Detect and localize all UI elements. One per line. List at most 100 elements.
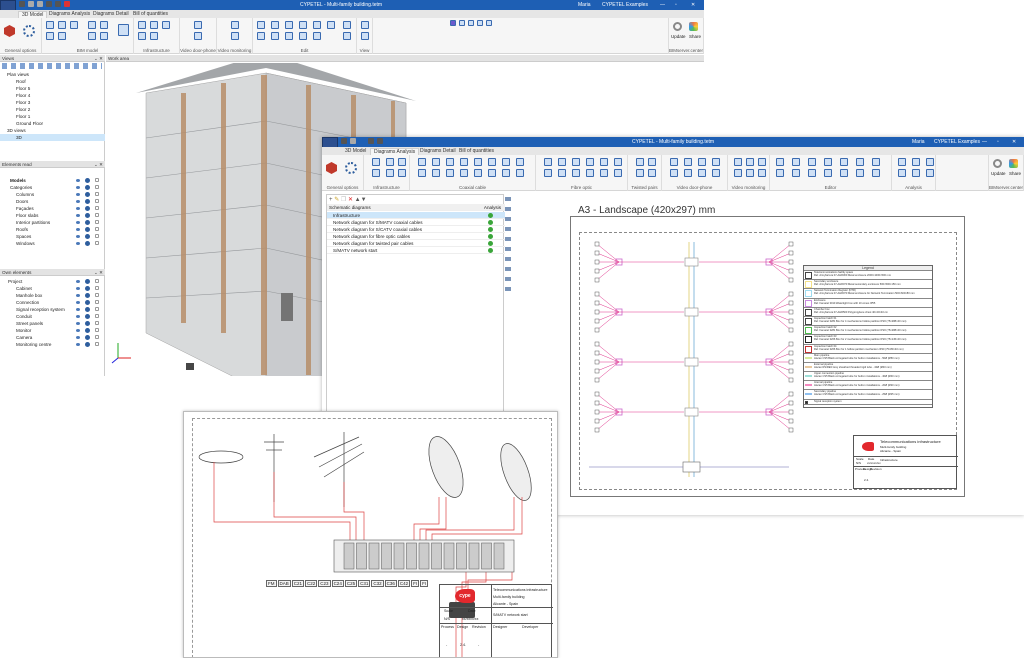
project-name[interactable]: CYPETEL Examples	[934, 139, 980, 145]
gear-icon[interactable]	[345, 162, 357, 174]
tab-diagrams-detail[interactable]: Diagrams Detail	[417, 148, 459, 155]
tool-icon[interactable]	[792, 169, 800, 177]
tool-icon[interactable]	[386, 169, 394, 177]
tree-item-3d-views[interactable]: 3D views	[7, 127, 26, 134]
lock-icon[interactable]	[95, 328, 99, 332]
tool-icon[interactable]	[746, 158, 754, 166]
refresh-icon[interactable]	[343, 32, 351, 40]
tool-icon[interactable]	[586, 158, 594, 166]
move-icon[interactable]	[271, 21, 279, 29]
undo-icon[interactable]	[350, 138, 356, 144]
tool-icon[interactable]	[636, 169, 644, 177]
view-icon[interactable]	[361, 21, 369, 29]
tool-icon[interactable]	[460, 169, 468, 177]
tool-icon[interactable]	[446, 169, 454, 177]
tool-icon[interactable]	[446, 158, 454, 166]
bim-icon[interactable]	[88, 32, 96, 40]
settings-gear-icon[interactable]	[85, 321, 90, 326]
lock-icon[interactable]	[95, 234, 99, 238]
tool-icon[interactable]	[926, 158, 934, 166]
tree-item[interactable]: Façades	[16, 205, 34, 212]
tree-item[interactable]: Roofs	[16, 226, 28, 233]
bim-icon[interactable]	[70, 21, 78, 29]
tool-icon[interactable]	[398, 158, 406, 166]
tree-item-models[interactable]: Models	[10, 177, 26, 184]
tool-icon[interactable]	[614, 169, 622, 177]
diagram-list-item[interactable]: Network diagram for S/MATV coaxial cable…	[327, 219, 505, 226]
distribute-icon[interactable]	[313, 21, 321, 29]
lock-icon[interactable]	[95, 213, 99, 217]
tool-icon[interactable]	[418, 158, 426, 166]
tab-3d-model[interactable]: 3D Model	[342, 148, 369, 155]
eraser-icon[interactable]	[257, 32, 265, 40]
settings-gear-icon[interactable]	[85, 206, 90, 211]
lock-icon[interactable]	[95, 185, 99, 189]
tool-icon[interactable]	[698, 169, 706, 177]
diagram-list-item[interactable]: Network diagram for fibre optic cables	[327, 233, 505, 240]
share-icon[interactable]	[1009, 159, 1018, 168]
settings-gear-icon[interactable]	[85, 307, 90, 312]
infrastructure-icon[interactable]	[138, 21, 146, 29]
lock-icon[interactable]	[95, 342, 99, 346]
tool-icon[interactable]	[418, 169, 426, 177]
visibility-eye-icon[interactable]	[76, 193, 80, 196]
drawing-sheet[interactable]: Legend Telecommunications facility space…	[570, 216, 965, 497]
edit-icon[interactable]: ✎	[334, 197, 339, 203]
visibility-eye-icon[interactable]	[76, 207, 80, 210]
user-name[interactable]: Maria	[578, 2, 591, 8]
move-down-icon[interactable]: ▼	[361, 197, 367, 203]
visibility-eye-icon[interactable]	[76, 322, 80, 325]
close-icon[interactable]: ⌄ ✕	[94, 161, 103, 168]
tree-item[interactable]: Conduit	[16, 313, 32, 320]
update-icon[interactable]	[993, 159, 1002, 168]
tool-icon[interactable]	[432, 158, 440, 166]
tool-icon[interactable]	[544, 158, 552, 166]
general-options-icon[interactable]	[326, 162, 337, 174]
visibility-eye-icon[interactable]	[76, 336, 80, 339]
share-button[interactable]: Share	[689, 34, 701, 39]
tool-icon[interactable]	[386, 158, 394, 166]
general-options-icon[interactable]	[4, 25, 15, 37]
gear-icon[interactable]	[23, 25, 35, 37]
visibility-eye-icon[interactable]	[76, 235, 80, 238]
settings-gear-icon[interactable]	[85, 300, 90, 305]
tool-icon[interactable]	[808, 158, 816, 166]
visibility-eye-icon[interactable]	[76, 287, 80, 290]
tool-icon[interactable]	[516, 158, 524, 166]
tree-item[interactable]: Monitor	[16, 327, 31, 334]
lock-icon[interactable]	[95, 279, 99, 283]
tool-icon[interactable]	[572, 169, 580, 177]
tool-icon[interactable]	[856, 158, 864, 166]
tool-icon[interactable]	[398, 169, 406, 177]
rotate-icon[interactable]	[285, 32, 293, 40]
save-icon[interactable]	[19, 1, 25, 7]
tool-icon[interactable]	[614, 158, 622, 166]
lock-icon[interactable]	[95, 241, 99, 245]
tool-icon[interactable]	[474, 169, 482, 177]
search-icon[interactable]	[46, 1, 52, 7]
orbit-icon[interactable]	[486, 20, 492, 26]
tool-icon[interactable]	[502, 158, 510, 166]
visibility-eye-icon[interactable]	[76, 343, 80, 346]
tool-icon[interactable]	[432, 169, 440, 177]
tool-icon[interactable]	[586, 169, 594, 177]
tree-item-categories[interactable]: Categories	[10, 184, 32, 191]
lock-icon[interactable]	[95, 178, 99, 182]
align-icon[interactable]	[299, 32, 307, 40]
lock-icon[interactable]	[95, 227, 99, 231]
tool-icon[interactable]	[516, 169, 524, 177]
infrastructure-icon[interactable]	[150, 21, 158, 29]
lock-icon[interactable]	[95, 314, 99, 318]
settings-gear-icon[interactable]	[85, 227, 90, 232]
tool-icon[interactable]	[734, 158, 742, 166]
project-name[interactable]: CYPETEL Examples	[602, 2, 648, 8]
settings-gear-icon[interactable]	[85, 178, 90, 183]
settings-gear-icon[interactable]	[85, 286, 90, 291]
settings-gear-icon[interactable]	[85, 192, 90, 197]
infrastructure-icon[interactable]	[138, 32, 146, 40]
update-icon[interactable]	[673, 22, 682, 31]
minimize-button[interactable]: —	[982, 139, 987, 145]
tool-icon[interactable]	[898, 169, 906, 177]
tree-item[interactable]: Camera	[16, 334, 32, 341]
tree-item[interactable]: Roof	[16, 78, 26, 85]
